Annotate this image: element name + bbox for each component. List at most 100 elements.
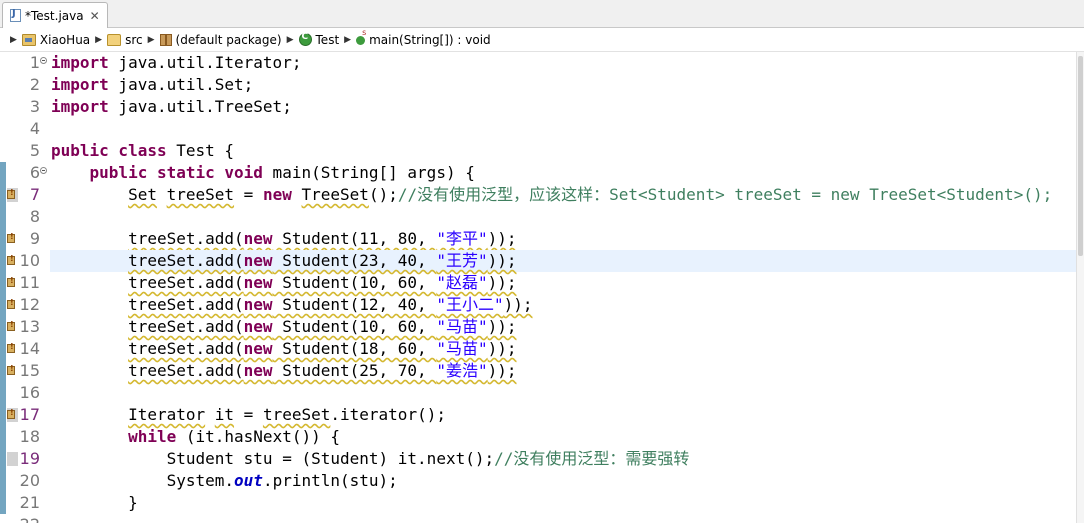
code-token: main(String[] args) {: [262, 163, 475, 182]
code-token: "王芳": [436, 251, 488, 270]
code-token: Student(10, 60,: [272, 317, 437, 336]
code-line: 5 public class Test {: [0, 140, 1084, 162]
code-token: "姜浩": [436, 361, 488, 380]
package-icon: [159, 33, 172, 46]
line-number: 11: [19, 273, 40, 292]
close-icon[interactable]: ✕: [90, 9, 100, 23]
code-token: .println(stu);: [262, 471, 398, 490]
code-text[interactable]: treeSet.add(new Student(11, 80, "李平"));: [51, 228, 517, 250]
code-token: treeSet: [166, 185, 235, 204]
code-token: ));: [487, 229, 517, 248]
code-text[interactable]: while (it.hasNext()) {: [51, 426, 340, 448]
warning-icon[interactable]: [7, 320, 17, 332]
code-token: import: [51, 53, 109, 72]
code-text[interactable]: treeSet.add(new Student(12, 40, "王小二"));: [51, 294, 532, 316]
code-line: 13 treeSet.add(new Student(10, 60, "马苗")…: [0, 316, 1084, 338]
code-token: treeSet.add(: [128, 295, 244, 314]
warning-icon[interactable]: [7, 254, 17, 266]
code-text[interactable]: import java.util.TreeSet;: [51, 96, 292, 118]
code-token: public static void: [89, 163, 263, 182]
code-text[interactable]: Iterator it = treeSet.iterator();: [51, 404, 446, 426]
breadcrumb-item[interactable]: main(String[]) : void: [369, 33, 491, 47]
code-token: out: [234, 471, 263, 490]
warning-icon[interactable]: [7, 276, 17, 288]
code-text[interactable]: public static void main(String[] args) {: [51, 162, 475, 184]
fold-toggle-icon[interactable]: [40, 167, 47, 174]
chevron-right-icon[interactable]: ▶: [287, 35, 294, 45]
class-icon: [298, 32, 312, 46]
editor-tab-bar: *Test.java ✕: [0, 0, 1084, 28]
code-editor[interactable]: 1 import java.util.Iterator; 2 import java.…: [0, 52, 1084, 523]
code-token: "马苗": [436, 317, 488, 336]
fold-toggle-icon[interactable]: [40, 57, 47, 64]
code-text[interactable]: treeSet.add(new Student(18, 60, "马苗"));: [51, 338, 516, 360]
code-line: 7 Set treeSet = new TreeSet();//没有使用泛型，应…: [0, 184, 1084, 206]
code-token: import: [51, 97, 109, 116]
code-token: "王小二": [436, 295, 504, 314]
code-line: 21 }: [0, 492, 1084, 514]
code-text[interactable]: import java.util.Iterator;: [51, 52, 301, 74]
code-text[interactable]: Set treeSet = new TreeSet();//没有使用泛型，应该这…: [51, 184, 1052, 206]
line-number: 16: [19, 383, 40, 402]
breadcrumb-item[interactable]: (default package): [176, 33, 282, 47]
code-line: 4: [0, 118, 1084, 140]
code-token: Set: [128, 185, 157, 204]
line-number: 21: [19, 493, 40, 512]
code-token: Student(12, 40,: [272, 295, 437, 314]
code-token: TreeSet: [301, 185, 369, 204]
code-text[interactable]: public class Test {: [51, 140, 234, 162]
code-token: }: [51, 493, 138, 512]
code-text[interactable]: Student stu = (Student) it.next();//没有使用…: [51, 448, 690, 470]
code-line: 15 treeSet.add(new Student(25, 70, "姜浩")…: [0, 360, 1084, 382]
code-text[interactable]: import java.util.Set;: [51, 74, 253, 96]
warning-icon[interactable]: [7, 408, 17, 420]
code-line: 22: [0, 514, 1084, 523]
code-token: Iterator: [128, 405, 206, 424]
code-token: while: [128, 427, 177, 446]
code-token: treeSet.add(: [128, 361, 244, 380]
line-number: 10: [19, 251, 40, 270]
code-token: new: [243, 295, 273, 314]
warning-icon[interactable]: [7, 298, 17, 310]
warning-icon[interactable]: [7, 364, 17, 376]
code-token: ));: [487, 361, 517, 380]
code-text[interactable]: treeSet.add(new Student(10, 60, "赵磊"));: [51, 272, 516, 294]
warning-icon[interactable]: [7, 342, 17, 354]
chevron-right-icon[interactable]: ▶: [95, 35, 102, 45]
code-token: treeSet.add(: [128, 339, 244, 358]
breadcrumb-item[interactable]: src: [125, 33, 143, 47]
code-token: import: [51, 75, 109, 94]
code-text[interactable]: }: [51, 492, 138, 514]
code-token: ));: [487, 317, 517, 336]
chevron-right-icon[interactable]: ▶: [148, 35, 155, 45]
code-text[interactable]: System.out.println(stu);: [51, 470, 398, 492]
line-number: 2: [29, 75, 40, 94]
breadcrumb: ▶ XiaoHua ▶ src ▶ (default package) ▶ Test ▶ main…: [0, 28, 1084, 52]
code-line: 8: [0, 206, 1084, 228]
line-number: 5: [29, 141, 40, 160]
code-token: treeSet.add(: [128, 273, 244, 292]
code-token: new: [243, 251, 273, 270]
code-token: treeSet.add(: [128, 251, 244, 270]
breadcrumb-item[interactable]: XiaoHua: [40, 33, 90, 47]
warning-icon[interactable]: [7, 232, 17, 244]
code-text[interactable]: treeSet.add(new Student(25, 70, "姜浩"));: [51, 360, 517, 382]
line-number: 13: [19, 317, 40, 336]
breadcrumb-item[interactable]: Test: [316, 33, 340, 47]
code-line: 6 public static void main(String[] args)…: [0, 162, 1084, 184]
chevron-right-icon[interactable]: ▶: [10, 35, 17, 45]
code-token: ));: [487, 251, 517, 270]
tab-test-java[interactable]: *Test.java ✕: [2, 2, 108, 28]
chevron-right-icon[interactable]: ▶: [344, 35, 351, 45]
code-token: public class: [51, 141, 167, 160]
code-text[interactable]: treeSet.add(new Student(10, 60, "马苗"));: [51, 316, 517, 338]
code-text[interactable]: treeSet.add(new Student(23, 40, "王芳"));: [51, 250, 517, 272]
warning-icon[interactable]: [7, 188, 17, 200]
